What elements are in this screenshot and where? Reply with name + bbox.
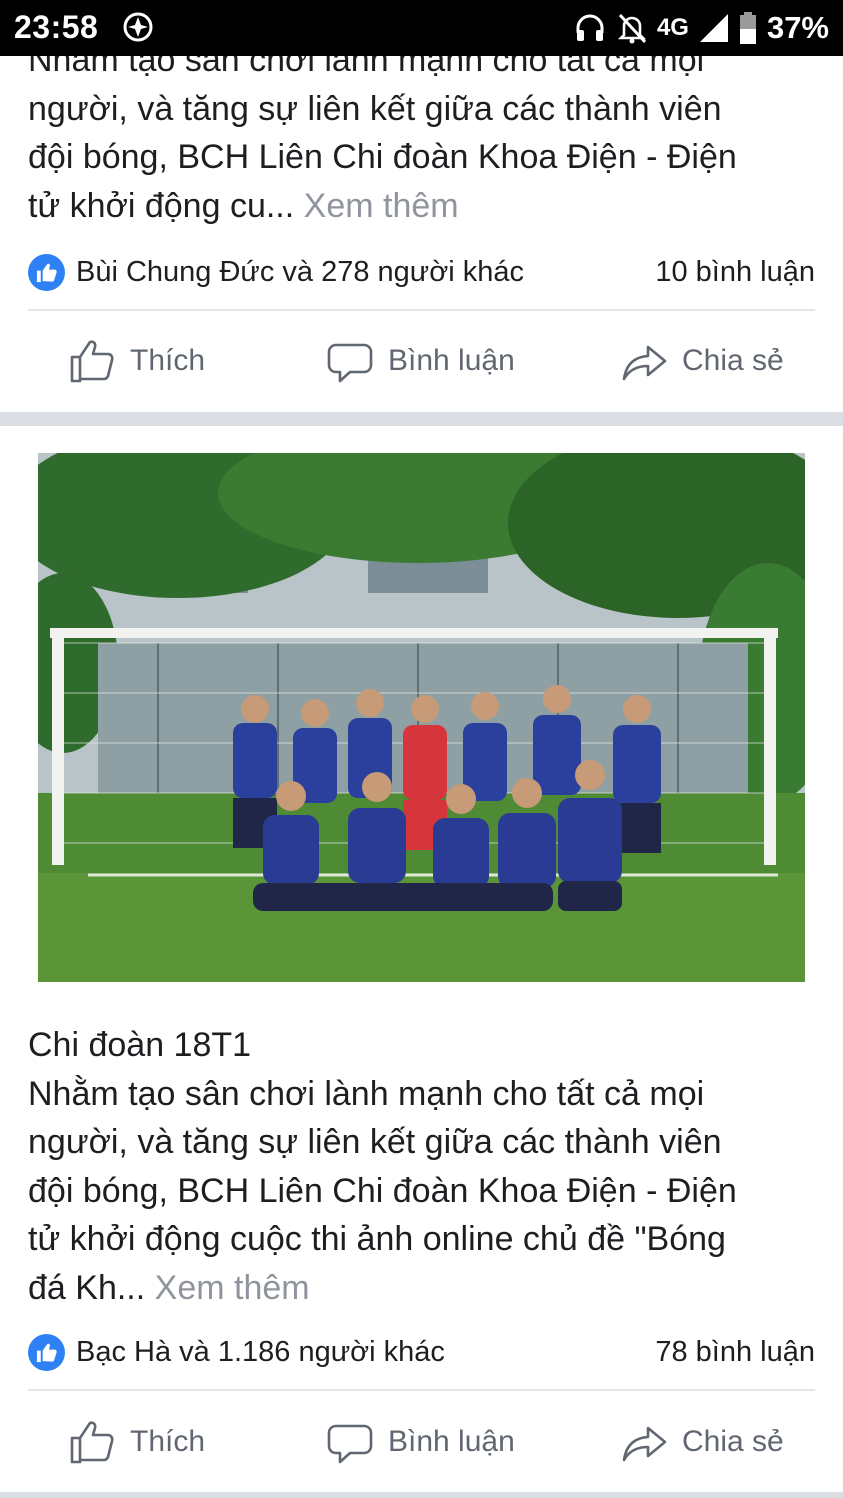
divider <box>28 309 815 311</box>
like-reaction-icon <box>28 1334 65 1371</box>
thumbs-up-icon <box>70 340 114 383</box>
battery-percent: 37% <box>766 10 829 45</box>
share-label: Chia sẻ <box>682 344 784 377</box>
status-time: 23:58 <box>14 9 99 45</box>
like-label: Thích <box>130 1425 206 1458</box>
post1-line: đội bóng, BCH Liên Chi đoàn Khoa Điện - … <box>28 138 737 176</box>
post2-see-more-link[interactable]: Xem thêm <box>155 1269 310 1307</box>
divider <box>28 1389 815 1391</box>
post1-share-button[interactable]: Chia sẻ <box>620 331 784 391</box>
post1-text: Nhằm tạo sân chơi lành mạnh cho tất cả m… <box>28 36 818 230</box>
post2-share-button[interactable]: Chia sẻ <box>620 1412 784 1472</box>
post2-photo[interactable] <box>38 453 805 982</box>
comment-bubble-icon <box>327 343 373 383</box>
post1-reactions[interactable]: Bùi Chung Đức và 278 người khác 10 bình … <box>28 252 815 292</box>
like-reaction-icon <box>28 254 65 291</box>
post1-like-button[interactable]: Thích <box>68 331 205 391</box>
post1-line: tử khởi động cu... <box>28 186 295 225</box>
post2-reactors[interactable]: Bạc Hà và 1.186 người khác <box>76 1332 445 1372</box>
post2-reactions[interactable]: Bạc Hà và 1.186 người khác 78 bình luận <box>28 1332 815 1372</box>
team-photo-illustration <box>38 453 805 982</box>
post2-author[interactable]: Chi đoàn 18T1 <box>28 1021 818 1070</box>
post2-line: đá Kh... <box>28 1268 146 1307</box>
post2-line: đội bóng, BCH Liên Chi đoàn Khoa Điện - … <box>28 1171 737 1210</box>
comment-label: Bình luận <box>388 1425 515 1458</box>
status-bar: 23:58 4G 37% <box>0 0 843 56</box>
comment-label: Bình luận <box>388 344 515 377</box>
post2-line: tử khởi động cuộc thi ảnh online chủ đề … <box>28 1220 726 1258</box>
thumbs-up-icon <box>70 1421 114 1464</box>
post1-reactors[interactable]: Bùi Chung Đức và 278 người khác <box>76 252 524 292</box>
comment-bubble-icon <box>327 1424 373 1464</box>
network-type: 4G <box>656 14 689 41</box>
post-separator <box>0 1492 843 1498</box>
post1-action-bar: Thích Bình luận Chia sẻ <box>0 331 843 391</box>
post2-comment-button[interactable]: Bình luận <box>326 1412 515 1472</box>
headset-icon <box>576 14 604 41</box>
signal-icon <box>699 14 728 42</box>
like-label: Thích <box>130 344 206 377</box>
share-arrow-icon <box>622 345 667 381</box>
share-label: Chia sẻ <box>682 1425 784 1458</box>
post2-comment-count[interactable]: 78 bình luận <box>655 1332 815 1372</box>
post2-text: Chi đoàn 18T1 Nhằm tạo sân chơi lành mạn… <box>28 1021 818 1312</box>
post2-line: người, và tăng sự liên kết giữa các thàn… <box>28 1123 722 1161</box>
battery-icon <box>739 12 756 44</box>
post2-like-button[interactable]: Thích <box>68 1412 205 1472</box>
post2-action-bar: Thích Bình luận Chia sẻ <box>0 1412 843 1472</box>
post1-comment-count[interactable]: 10 bình luận <box>655 252 815 292</box>
post-separator <box>0 412 843 426</box>
app-icon <box>123 12 153 42</box>
share-arrow-icon <box>622 1426 667 1462</box>
mute-bell-icon <box>617 13 647 44</box>
post2-line: Nhằm tạo sân chơi lành mạnh cho tất cả m… <box>28 1074 705 1113</box>
post1-line: người, và tăng sự liên kết giữa các thàn… <box>28 89 722 128</box>
post1-comment-button[interactable]: Bình luận <box>326 331 515 391</box>
post1-see-more-link[interactable]: Xem thêm <box>304 187 459 225</box>
